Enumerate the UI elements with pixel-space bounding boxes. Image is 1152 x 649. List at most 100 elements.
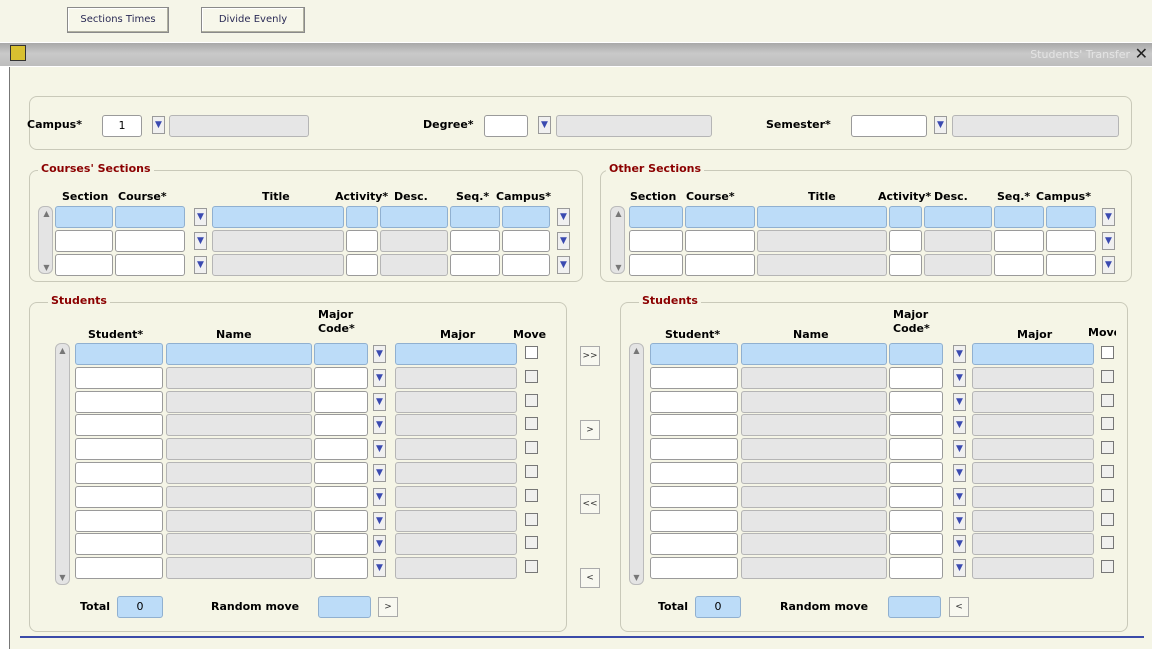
- right-row8-move-checkbox[interactable]: [1101, 512, 1114, 526]
- other-row3-lov-icon[interactable]: ▼: [1102, 256, 1115, 274]
- left-row4-lov-icon[interactable]: ▼: [373, 416, 386, 435]
- other-row2-activity[interactable]: [889, 230, 922, 252]
- right-row5-move-checkbox[interactable]: [1101, 441, 1114, 455]
- right-row6-lov-icon[interactable]: ▼: [953, 464, 966, 482]
- right-row9-student[interactable]: [650, 533, 738, 556]
- courses-row3-activity[interactable]: [346, 254, 378, 276]
- left-row9-student[interactable]: [75, 533, 163, 556]
- other-row1-section[interactable]: [629, 206, 683, 228]
- right-row10-student[interactable]: [650, 557, 738, 580]
- left-row5-major-code[interactable]: [314, 438, 368, 461]
- left-row5-student[interactable]: [75, 438, 163, 461]
- left-row5-move-checkbox[interactable]: [525, 441, 538, 455]
- courses-row3-section[interactable]: [55, 254, 113, 276]
- right-row1-lov-icon[interactable]: ▼: [953, 345, 966, 363]
- right-row7-major-code[interactable]: [889, 485, 943, 508]
- right-row10-move-checkbox[interactable]: [1101, 560, 1114, 574]
- other-row3-seq[interactable]: [994, 254, 1044, 276]
- left-row8-move-checkbox[interactable]: [525, 512, 538, 526]
- close-icon[interactable]: ✕: [1135, 44, 1148, 64]
- degree-input[interactable]: [484, 115, 528, 137]
- left-row9-move-checkbox[interactable]: [525, 536, 538, 550]
- other-row2-section[interactable]: [629, 230, 683, 252]
- right-row4-student[interactable]: [650, 414, 738, 437]
- right-row2-student[interactable]: [650, 366, 738, 389]
- right-row10-lov-icon[interactable]: ▼: [953, 559, 966, 578]
- courses-row2-lov-icon[interactable]: ▼: [194, 232, 207, 250]
- courses-row1-lov-icon[interactable]: ▼: [194, 208, 207, 226]
- courses-row1-course[interactable]: [115, 206, 185, 228]
- right-row1-move-checkbox[interactable]: [1101, 346, 1114, 359]
- left-row4-major-code[interactable]: [314, 414, 368, 437]
- other-row2-lov-icon[interactable]: ▼: [1102, 232, 1115, 250]
- left-row2-student[interactable]: [75, 366, 163, 389]
- other-row3-campus[interactable]: [1046, 254, 1096, 276]
- scroll-up-icon[interactable]: ▲: [612, 208, 625, 220]
- left-row9-major-code[interactable]: [314, 533, 368, 556]
- move-all-left-button[interactable]: <<: [580, 494, 600, 514]
- left-row1-student[interactable]: [75, 343, 163, 365]
- divide-evenly-button[interactable]: Divide Evenly: [201, 7, 305, 33]
- semester-lov-icon[interactable]: ▼: [934, 116, 947, 134]
- left-row10-lov-icon[interactable]: ▼: [373, 559, 386, 578]
- left-row1-move-checkbox[interactable]: [525, 346, 538, 359]
- scroll-up-icon[interactable]: ▲: [630, 345, 643, 357]
- right-random-input[interactable]: [888, 596, 941, 618]
- left-row2-major-code[interactable]: [314, 366, 368, 389]
- left-row9-lov-icon[interactable]: ▼: [373, 535, 386, 554]
- left-row8-lov-icon[interactable]: ▼: [373, 511, 386, 530]
- right-row4-lov-icon[interactable]: ▼: [953, 416, 966, 435]
- scroll-up-icon[interactable]: ▲: [40, 208, 53, 220]
- other-row2-seq[interactable]: [994, 230, 1044, 252]
- left-row2-lov-icon[interactable]: ▼: [373, 368, 386, 387]
- courses-row2-course[interactable]: [115, 230, 185, 252]
- left-row1-major-code[interactable]: [314, 343, 368, 365]
- left-row4-student[interactable]: [75, 414, 163, 437]
- right-row4-move-checkbox[interactable]: [1101, 417, 1114, 431]
- scroll-down-icon[interactable]: ▼: [56, 572, 69, 584]
- sections-times-button[interactable]: Sections Times: [67, 7, 169, 33]
- right-row9-major-code[interactable]: [889, 533, 943, 556]
- courses-row2-campus[interactable]: [502, 230, 550, 252]
- students-left-scrollbar[interactable]: [55, 343, 70, 585]
- left-random-button[interactable]: >: [378, 597, 398, 617]
- left-row6-move-checkbox[interactable]: [525, 465, 538, 478]
- right-row3-lov-icon[interactable]: ▼: [953, 392, 966, 411]
- right-row7-student[interactable]: [650, 485, 738, 508]
- courses-row1-activity[interactable]: [346, 206, 378, 228]
- right-row6-major-code[interactable]: [889, 462, 943, 484]
- left-row7-student[interactable]: [75, 485, 163, 508]
- right-row6-move-checkbox[interactable]: [1101, 465, 1114, 478]
- other-row1-seq[interactable]: [994, 206, 1044, 228]
- right-row1-major-code[interactable]: [889, 343, 943, 365]
- degree-lov-icon[interactable]: ▼: [538, 116, 551, 134]
- courses-row3-campus[interactable]: [502, 254, 550, 276]
- left-random-input[interactable]: [318, 596, 371, 618]
- right-row4-major-code[interactable]: [889, 414, 943, 437]
- right-row3-move-checkbox[interactable]: [1101, 393, 1114, 407]
- scroll-down-icon[interactable]: ▼: [40, 262, 53, 274]
- left-row6-student[interactable]: [75, 462, 163, 484]
- courses-row2-seq[interactable]: [450, 230, 500, 252]
- other-row1-campus[interactable]: [1046, 206, 1096, 228]
- left-row10-student[interactable]: [75, 557, 163, 580]
- right-row8-student[interactable]: [650, 509, 738, 532]
- other-row3-course[interactable]: [685, 254, 755, 276]
- left-row8-major-code[interactable]: [314, 509, 368, 532]
- other-row1-course[interactable]: [685, 206, 755, 228]
- courses-row3-lov-icon[interactable]: ▼: [194, 256, 207, 274]
- left-row2-move-checkbox[interactable]: [525, 369, 538, 383]
- right-row9-move-checkbox[interactable]: [1101, 536, 1114, 550]
- courses-row1-lov-icon[interactable]: ▼: [557, 208, 570, 226]
- right-row3-major-code[interactable]: [889, 390, 943, 413]
- move-one-right-button[interactable]: >: [580, 420, 600, 440]
- left-row3-student[interactable]: [75, 390, 163, 413]
- left-row1-lov-icon[interactable]: ▼: [373, 345, 386, 363]
- left-row4-move-checkbox[interactable]: [525, 417, 538, 431]
- right-row2-lov-icon[interactable]: ▼: [953, 368, 966, 387]
- right-row2-major-code[interactable]: [889, 366, 943, 389]
- right-row5-lov-icon[interactable]: ▼: [953, 440, 966, 459]
- scroll-down-icon[interactable]: ▼: [612, 262, 625, 274]
- scroll-up-icon[interactable]: ▲: [56, 345, 69, 357]
- right-row5-student[interactable]: [650, 438, 738, 461]
